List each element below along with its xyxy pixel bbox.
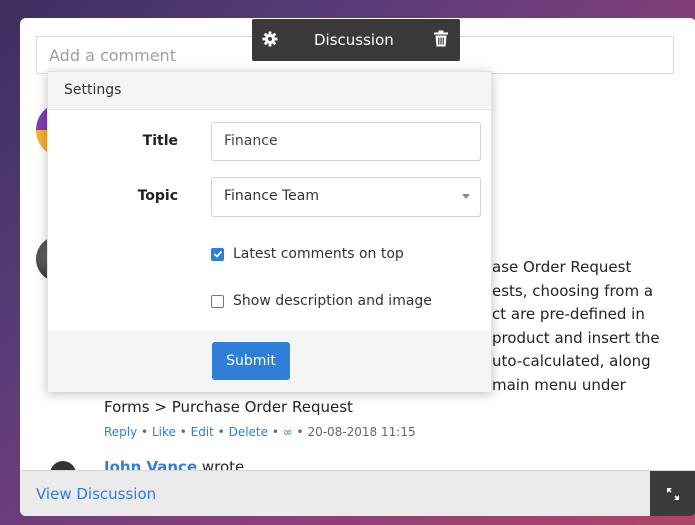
settings-footer: Submit (48, 330, 491, 392)
latest-on-top-label: Latest comments on top (233, 246, 404, 262)
latest-on-top-option[interactable]: Latest comments on top (211, 246, 404, 262)
chevron-down-icon (462, 194, 470, 199)
show-description-label: Show description and image (233, 293, 432, 309)
gear-icon[interactable] (262, 31, 278, 51)
latest-on-top-checkbox[interactable] (211, 247, 224, 261)
delete-link[interactable]: Delete (229, 425, 268, 439)
settings-panel: Settings Title Finance Topic Finance Tea… (47, 71, 492, 392)
footer-bar: View Discussion (20, 470, 695, 516)
like-link[interactable]: Like (152, 425, 176, 439)
show-description-checkbox[interactable] (211, 294, 224, 308)
title-label: Title (142, 133, 178, 149)
comment-meta: Reply • Like • Edit • Delete • ∞ • 20-08… (104, 425, 416, 439)
title-input[interactable]: Finance (211, 122, 481, 161)
check-icon (213, 250, 222, 258)
expand-icon (667, 488, 679, 500)
submit-button[interactable]: Submit (212, 342, 290, 380)
toolbar-title: Discussion (314, 31, 394, 49)
trash-icon[interactable] (434, 30, 448, 51)
topic-select[interactable]: Finance Team (211, 177, 481, 217)
show-description-option[interactable]: Show description and image (211, 293, 432, 309)
comment-body-text: ase Order Request ests, choosing from a … (492, 258, 660, 394)
expand-button[interactable] (650, 471, 695, 516)
permalink-icon[interactable]: ∞ (283, 425, 293, 439)
view-discussion-link[interactable]: View Discussion (36, 485, 156, 503)
comment-date: 20-08-2018 11:15 (307, 425, 416, 439)
settings-header: Settings (48, 72, 491, 110)
topic-select-value: Finance Team (224, 188, 320, 204)
edit-link[interactable]: Edit (191, 425, 214, 439)
discussion-toolbar: Discussion (252, 19, 460, 61)
reply-link[interactable]: Reply (104, 425, 137, 439)
topic-label: Topic (137, 188, 178, 204)
comment-body-line: Forms > Purchase Order Request (104, 398, 353, 416)
